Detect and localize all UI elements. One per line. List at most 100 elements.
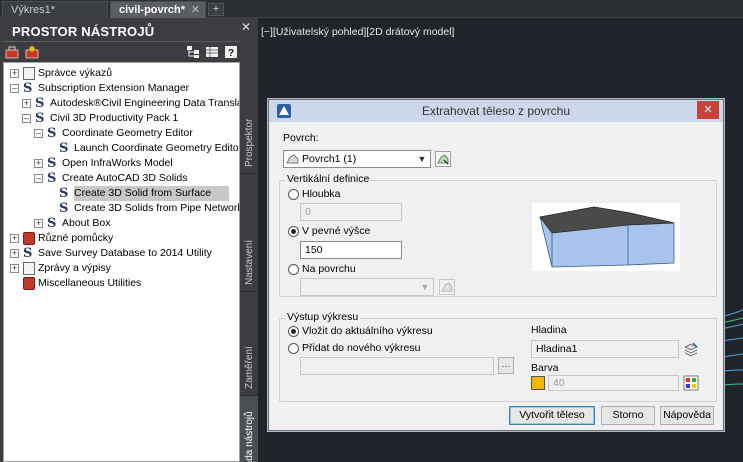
output-group-title: Výstup výkresu xyxy=(285,311,361,323)
dialog-close-button[interactable]: ✕ xyxy=(697,101,719,119)
tree-item[interactable]: – S Subscription Extension Manager xyxy=(4,81,239,96)
fixed-elevation-label: V pevné výšce xyxy=(302,225,371,237)
help-icon[interactable]: ? xyxy=(224,45,238,59)
tree-item[interactable]: S Launch Coordinate Geometry Editor xyxy=(4,141,240,156)
tool-space-palette: ✕ PROSTOR NÁSTROJŮ ? + Správce výkazů – … xyxy=(0,18,258,462)
side-tab-label: Zaměření xyxy=(244,346,255,389)
pick-surface-icon[interactable] xyxy=(435,151,451,167)
expand-icon[interactable]: + xyxy=(10,234,19,243)
color-input[interactable]: 40 xyxy=(548,375,679,391)
expand-icon[interactable]: + xyxy=(34,219,43,228)
help-button[interactable]: Nápověda xyxy=(660,406,714,425)
color-swatch xyxy=(531,376,545,390)
new-drawing-path-input[interactable] xyxy=(300,357,494,375)
toolbox-icon[interactable] xyxy=(5,45,19,59)
close-palette-icon[interactable]: ✕ xyxy=(240,21,252,33)
tree-item-label: About Box xyxy=(62,217,111,229)
create-solid-button[interactable]: Vytvořit těleso xyxy=(509,406,595,425)
on-surface-label: Na povrchu xyxy=(302,263,356,275)
side-tab-prospector[interactable]: Prospektor xyxy=(240,62,258,174)
chevron-down-icon: ▼ xyxy=(420,282,430,292)
tree-item[interactable]: S Create 3D Solid from Surface xyxy=(4,186,239,201)
tab-vykres1[interactable]: Výkres1* xyxy=(2,1,108,18)
tree-item-label: Save Survey Database to 2014 Utility xyxy=(38,247,212,259)
collapse-icon[interactable]: – xyxy=(34,129,43,138)
insert-current-radio[interactable] xyxy=(288,326,299,337)
s-icon: S xyxy=(23,81,33,96)
layer-input[interactable]: Hladina1 xyxy=(531,340,679,358)
side-tab-settings[interactable]: Nastavení xyxy=(240,174,258,292)
expand-icon[interactable]: + xyxy=(10,249,19,258)
tab-label: civil-povrch* xyxy=(119,4,186,16)
tree-item[interactable]: + S Save Survey Database to 2014 Utility xyxy=(4,246,239,261)
toolbox-icon xyxy=(23,232,35,245)
toolbox-settings-icon[interactable] xyxy=(25,45,39,59)
browse-button[interactable]: ... xyxy=(498,357,514,374)
tree-item-label: Create AutoCAD 3D Solids xyxy=(62,172,188,184)
tree-item-label: Správce výkazů xyxy=(38,67,113,79)
tree-view-icon[interactable] xyxy=(186,45,200,59)
tree-item[interactable]: + Různé pomůcky xyxy=(4,231,239,246)
s-icon: S xyxy=(47,171,57,186)
report-icon xyxy=(23,262,35,275)
tree-item-label: Zprávy a výpisy xyxy=(38,262,111,274)
tree-item-label: Civil 3D Productivity Pack 1 xyxy=(50,112,179,124)
surface-label: Povrch: xyxy=(283,132,319,144)
expand-icon[interactable]: + xyxy=(34,159,43,168)
close-tab-icon[interactable]: ✕ xyxy=(191,2,200,18)
surface-combo[interactable]: Povrch1 (1) ▼ xyxy=(283,150,431,168)
depth-label: Hloubka xyxy=(302,188,341,200)
report-icon xyxy=(23,67,35,80)
tree-item-label: Open InfraWorks Model xyxy=(62,157,173,169)
collapse-icon[interactable]: – xyxy=(22,114,31,123)
depth-radio[interactable] xyxy=(288,189,299,200)
tree-item[interactable]: + S About Box xyxy=(4,216,239,231)
side-tab-survey[interactable]: Zaměření xyxy=(240,292,258,396)
tab-civil-povrch[interactable]: civil-povrch* ✕ xyxy=(110,1,206,18)
tree-item[interactable]: – S Create AutoCAD 3D Solids xyxy=(4,171,239,186)
tree-item[interactable]: + Zprávy a výpisy xyxy=(4,261,239,276)
tree-item-label: Create 3D Solid from Surface xyxy=(74,186,230,201)
collapse-icon[interactable]: – xyxy=(34,174,43,183)
tree-item-label: Miscellaneous Utilities xyxy=(38,277,142,289)
color-picker-icon[interactable] xyxy=(683,375,699,391)
tree-item[interactable]: + Správce výkazů xyxy=(4,66,239,81)
tree-item[interactable]: Miscellaneous Utilities xyxy=(4,276,239,291)
tree-item[interactable]: – S Coordinate Geometry Editor xyxy=(4,126,239,141)
layer-picker-icon[interactable] xyxy=(683,341,699,357)
on-surface-combo[interactable]: ▼ xyxy=(300,278,434,296)
viewport-controls-label[interactable]: [−][Uživatelský pohled][2D drátový model… xyxy=(261,26,454,38)
tree-item[interactable]: S Create 3D Solids from Pipe Networks xyxy=(4,201,239,216)
tab-label: Výkres1* xyxy=(11,4,56,16)
depth-input[interactable]: 0 xyxy=(300,203,402,221)
expand-icon[interactable]: + xyxy=(10,69,19,78)
side-tab-toolbox[interactable]: Sada nástrojů xyxy=(240,396,258,462)
tree-item-label: Launch Coordinate Geometry Editor xyxy=(74,142,240,154)
vertical-group-title: Vertikální definice xyxy=(285,173,372,185)
collapse-icon[interactable]: – xyxy=(10,84,19,93)
palette-title: PROSTOR NÁSTROJŮ xyxy=(12,24,155,39)
s-icon: S xyxy=(47,126,57,141)
tree-item-label: Autodesk®Civil Engineering Data Translat… xyxy=(50,97,239,109)
tree-item[interactable]: + S Open InfraWorks Model xyxy=(4,156,239,171)
tree-item[interactable]: – S Civil 3D Productivity Pack 1 xyxy=(4,111,239,126)
tree-item-label: Coordinate Geometry Editor xyxy=(62,127,193,139)
add-new-drawing-radio[interactable] xyxy=(288,343,299,354)
expand-icon[interactable]: + xyxy=(10,264,19,273)
list-view-icon[interactable] xyxy=(205,45,219,59)
expand-icon[interactable]: + xyxy=(22,99,31,108)
on-surface-radio[interactable] xyxy=(288,264,299,275)
fixed-elevation-input[interactable]: 150 xyxy=(300,241,402,259)
new-tab-button[interactable]: + xyxy=(208,3,224,16)
solid-preview-image xyxy=(532,203,680,271)
extract-solid-dialog: Extrahovat těleso z povrchu ✕ Povrch: Po… xyxy=(268,99,724,431)
side-tab-label: Sada nástrojů xyxy=(244,411,255,462)
dialog-title: Extrahovat těleso z povrchu xyxy=(421,104,571,118)
pick-surface-disabled-icon[interactable] xyxy=(439,279,455,295)
cancel-button[interactable]: Storno xyxy=(601,406,655,425)
side-tab-label: Nastavení xyxy=(244,239,255,285)
fixed-elevation-radio[interactable] xyxy=(288,226,299,237)
tree-item[interactable]: + S Autodesk®Civil Engineering Data Transl… xyxy=(4,96,239,111)
add-new-drawing-label: Přidat do nového výkresu xyxy=(302,342,421,354)
layer-label: Hladina xyxy=(531,324,567,336)
